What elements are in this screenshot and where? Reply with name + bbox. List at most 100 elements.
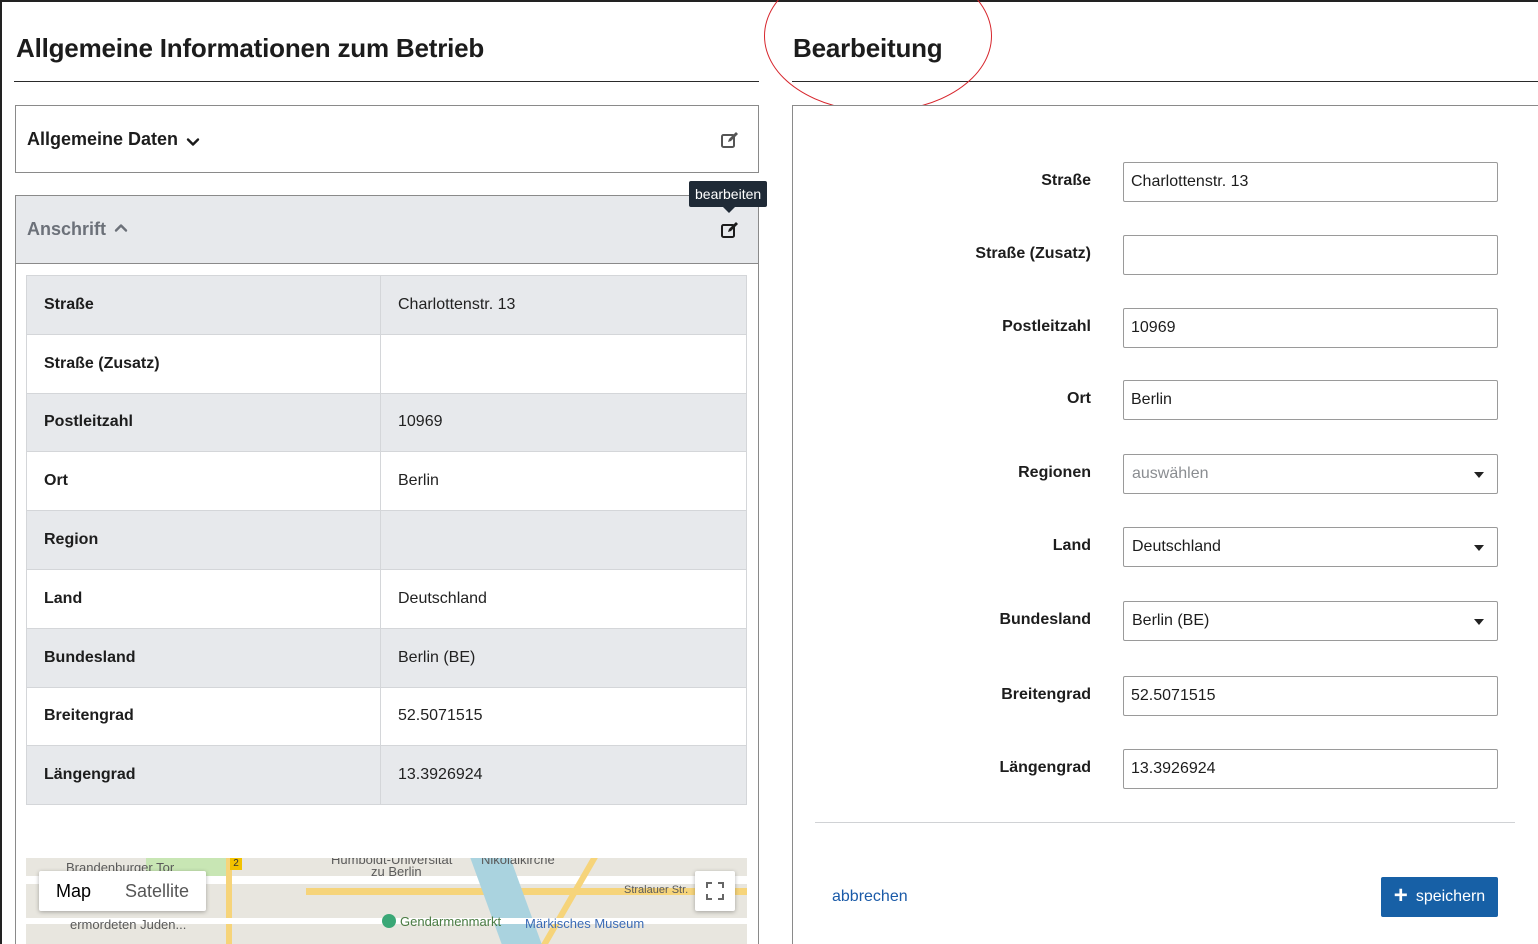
text-input[interactable] [1123,749,1498,789]
address-field-value: 52.5071515 [380,686,747,747]
form-label: Straße (Zusatz) [975,245,1091,262]
form-label: Breitengrad [1001,686,1091,703]
address-field-label: Land [26,568,381,629]
form-divider [815,822,1515,823]
address-field-value: Berlin [380,451,747,512]
map[interactable]: Brandenburger Tor Humboldt-Universität z… [26,858,747,944]
table-row: Längengrad 13.3926924 [26,745,747,806]
address-field-value: 10969 [380,392,747,453]
address-field-value: Berlin (BE) [380,627,747,688]
address-field-value: Charlottenstr. 13 [380,275,747,335]
page-title: Allgemeine Informationen zum Betrieb [16,33,485,63]
caret-down-icon [1474,545,1484,551]
map-label-zu-berlin: zu Berlin [371,864,422,879]
map-type-control: Map Satellite [39,871,207,911]
caret-down-icon [1474,619,1484,625]
tooltip-arrow [723,207,735,213]
plus-icon: + [1393,882,1408,909]
select-value: Berlin (BE) [1132,612,1210,629]
edit-form-panel: Straße Straße (Zusatz) Postleitzahl Ort Regi… [792,105,1538,944]
map-label-stralauer: Stralauer Str. [624,884,689,896]
address-table: Straße Charlottenstr. 13 Straße (Zusatz) Po… [26,275,747,806]
chevron-down-icon [186,133,200,147]
save-button[interactable]: + speichern [1381,877,1498,917]
table-row: Breitengrad 52.5071515 [26,686,747,747]
form-row: Postleitzahl [793,308,1538,348]
general-data-toggle[interactable]: Allgemeine Daten [27,129,200,150]
select-field[interactable]: Deutschland [1123,527,1498,567]
map-main-road-vertical [226,858,232,944]
address-panel-header: Anschrift [16,196,758,264]
text-input[interactable] [1123,235,1498,275]
heading-divider [14,81,759,82]
table-row: Ort Berlin [26,451,747,512]
form-label: Land [1052,537,1091,554]
form-row: Bundesland Berlin (BE) [793,601,1538,641]
general-data-panel: Allgemeine Daten [15,105,759,173]
table-row: Region [26,510,747,570]
fullscreen-icon [706,882,724,900]
form-row: Regionen auswählen [793,454,1538,494]
text-input[interactable] [1123,380,1498,420]
table-row: Land Deutschland [26,568,747,629]
address-field-label: Postleitzahl [26,392,381,453]
form-row: Land Deutschland [793,527,1538,567]
address-field-label: Straße [26,275,381,335]
edit-tooltip: bearbeiten [689,181,768,207]
table-row: Bundesland Berlin (BE) [26,627,747,688]
poi-icon [382,914,396,928]
map-type-satellite-button[interactable]: Satellite [108,871,206,911]
address-field-label: Längengrad [26,745,381,806]
address-title: Anschrift [27,219,107,239]
select-placeholder: auswählen [1132,465,1209,482]
address-field-value [380,333,747,394]
table-row: Straße Charlottenstr. 13 [26,275,747,335]
form-label: Bundesland [999,611,1091,628]
map-label-maerkisches-museum: Märkisches Museum [525,916,645,931]
edit-section-title: Bearbeitung [793,33,943,63]
form-row: Ort [793,380,1538,420]
address-field-label: Breitengrad [26,686,381,747]
chevron-up-icon [114,219,128,240]
edit-address-icon[interactable] [720,220,740,240]
edit-icon[interactable] [720,130,740,150]
form-label: Regionen [1018,464,1091,481]
caret-down-icon [1474,472,1484,478]
map-label-gendarmenmarkt: Gendarmenmarkt [382,914,501,929]
map-type-map-button[interactable]: Map [39,871,108,911]
form-row: Längengrad [793,749,1538,789]
form-label: Straße [1041,172,1091,189]
form-row: Breitengrad [793,676,1538,716]
form-row: Straße (Zusatz) [793,235,1538,275]
fullscreen-button[interactable] [695,871,735,911]
map-line-badge: 2 [230,858,242,870]
select-field[interactable]: Berlin (BE) [1123,601,1498,641]
text-input[interactable] [1123,308,1498,348]
address-field-label: Bundesland [26,627,381,688]
map-label-nikolaikirche: Nikolaikirche [481,858,555,867]
address-field-value: Deutschland [380,568,747,629]
address-field-value [380,510,747,570]
address-field-label: Straße (Zusatz) [26,333,381,394]
address-field-label: Ort [26,451,381,512]
general-data-title: Allgemeine Daten [27,129,179,149]
edit-heading-divider [792,81,1538,82]
save-button-label: speichern [1415,888,1486,905]
address-field-value: 13.3926924 [380,745,747,806]
map-diagonal-road [541,858,598,944]
map-label-ermordeten: ermordeten Juden... [70,917,187,932]
cancel-link[interactable]: abbrechen [832,888,908,906]
map-river [470,858,542,944]
table-row: Straße (Zusatz) [26,333,747,394]
form-label: Ort [1067,390,1091,407]
form-row: Straße [793,162,1538,202]
text-input[interactable] [1123,162,1498,202]
select-field[interactable]: auswählen [1123,454,1498,494]
form-label: Längengrad [999,759,1091,776]
select-value: Deutschland [1132,538,1221,555]
address-toggle[interactable]: Anschrift [27,219,128,240]
address-field-label: Region [26,510,381,570]
form-label: Postleitzahl [1002,318,1091,335]
table-row: Postleitzahl 10969 [26,392,747,453]
text-input[interactable] [1123,676,1498,716]
